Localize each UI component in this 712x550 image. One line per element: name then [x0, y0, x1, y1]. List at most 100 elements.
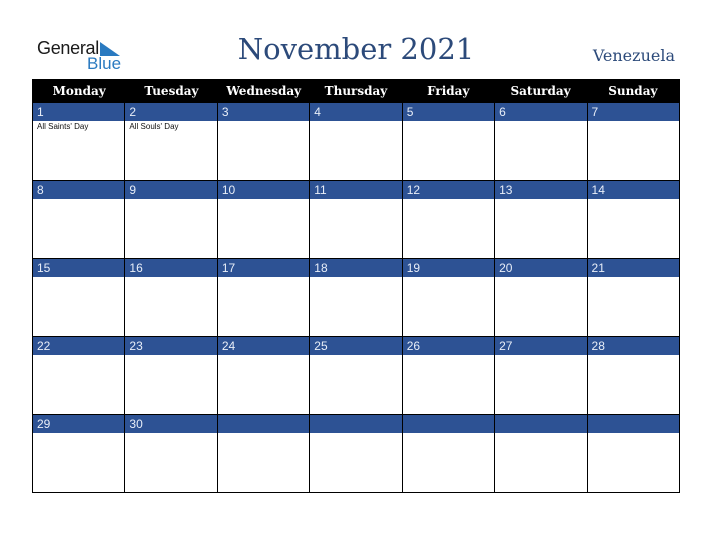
day-cell[interactable]: 1 All Saints' Day [33, 103, 125, 180]
day-cell[interactable]: 22 [33, 337, 125, 414]
day-number: 17 [217, 259, 310, 277]
day-cell[interactable]: 17 [216, 259, 310, 336]
day-cell[interactable]: 13 [494, 181, 587, 258]
day-number: 28 [587, 337, 679, 355]
week-row: 1 All Saints' Day 2 All Souls' Day 3 4 5 6 7 [33, 102, 679, 180]
week-row: 15 16 17 18 19 20 21 [33, 258, 679, 336]
holiday-label [310, 199, 401, 200]
day-cell[interactable]: 10 [216, 181, 310, 258]
holiday-label [125, 433, 216, 434]
holiday-label [588, 121, 679, 122]
day-number [310, 415, 402, 433]
day-cell[interactable]: 29 [33, 415, 125, 492]
day-cell[interactable]: 4 [309, 103, 402, 180]
day-number [495, 415, 587, 433]
holiday-label [588, 199, 679, 200]
day-cell[interactable] [309, 415, 402, 492]
weekday-tuesday: Tuesday [144, 84, 199, 98]
day-cell[interactable]: 24 [216, 337, 310, 414]
day-cell[interactable]: 3 [216, 103, 310, 180]
day-number: 30 [125, 415, 217, 433]
day-number: 4 [310, 103, 402, 121]
day-cell[interactable]: 14 [586, 181, 679, 258]
day-number: 24 [217, 337, 310, 355]
day-number: 14 [587, 181, 679, 199]
day-number: 2 [125, 103, 217, 121]
weekday-wednesday: Wednesday [226, 84, 302, 98]
day-number: 29 [33, 415, 125, 433]
day-cell[interactable]: 12 [401, 181, 495, 258]
weekday-monday: Monday [52, 84, 106, 98]
holiday-label [310, 433, 401, 434]
day-cell[interactable]: 16 [124, 259, 217, 336]
holiday-label [403, 277, 494, 278]
day-cell[interactable]: 26 [401, 337, 495, 414]
day-cell[interactable]: 11 [309, 181, 402, 258]
day-number: 25 [310, 337, 402, 355]
day-cell[interactable]: 2 All Souls' Day [124, 103, 217, 180]
day-number: 19 [402, 259, 495, 277]
day-cell[interactable] [586, 415, 679, 492]
holiday-label [495, 277, 586, 278]
holiday-label [33, 355, 124, 356]
day-number [402, 415, 495, 433]
week-row: 8 9 10 11 12 13 14 [33, 180, 679, 258]
holiday-label [588, 277, 679, 278]
day-number: 26 [402, 337, 495, 355]
holiday-label [403, 199, 494, 200]
holiday-label [495, 199, 586, 200]
holiday-label [33, 433, 124, 434]
holiday-label [125, 355, 216, 356]
day-cell[interactable]: 5 [401, 103, 495, 180]
day-cell[interactable] [216, 415, 310, 492]
holiday-label [495, 433, 586, 434]
holiday-label [403, 121, 494, 122]
day-number: 23 [125, 337, 217, 355]
day-cell[interactable] [401, 415, 495, 492]
holiday-label [218, 433, 309, 434]
holiday-label [588, 433, 679, 434]
holiday-label [218, 277, 309, 278]
holiday-label: All Souls' Day [129, 122, 179, 131]
day-number: 12 [402, 181, 495, 199]
day-number: 3 [217, 103, 310, 121]
day-cell[interactable] [494, 415, 587, 492]
day-number: 8 [33, 181, 125, 199]
day-cell[interactable]: 15 [33, 259, 125, 336]
day-cell[interactable]: 21 [586, 259, 679, 336]
weekday-sunday: Sunday [608, 84, 658, 98]
day-cell[interactable]: 25 [309, 337, 402, 414]
day-cell[interactable]: 30 [124, 415, 217, 492]
day-cell[interactable]: 27 [494, 337, 587, 414]
holiday-label [125, 199, 216, 200]
holiday-label [33, 277, 124, 278]
day-cell[interactable]: 23 [124, 337, 217, 414]
day-cell[interactable]: 19 [401, 259, 495, 336]
day-cell[interactable]: 28 [586, 337, 679, 414]
holiday-label [33, 199, 124, 200]
holiday-label [310, 121, 401, 122]
week-row: 22 23 24 25 26 27 28 [33, 336, 679, 414]
day-cell[interactable]: 7 [586, 103, 679, 180]
day-number: 16 [125, 259, 217, 277]
week-row: 29 30 [33, 414, 679, 492]
holiday-label [495, 121, 586, 122]
day-number [587, 415, 679, 433]
day-cell[interactable]: 6 [494, 103, 587, 180]
day-cell[interactable]: 8 [33, 181, 125, 258]
day-cell[interactable]: 9 [124, 181, 217, 258]
day-number: 20 [495, 259, 587, 277]
weekday-header: Monday Tuesday Wednesday Thursday Friday… [33, 80, 679, 102]
day-number: 5 [402, 103, 495, 121]
day-cell[interactable]: 20 [494, 259, 587, 336]
day-number: 11 [310, 181, 402, 199]
day-number: 13 [495, 181, 587, 199]
holiday-label [218, 199, 309, 200]
day-cell[interactable]: 18 [309, 259, 402, 336]
holiday-label [310, 355, 401, 356]
calendar-grid: Monday Tuesday Wednesday Thursday Friday… [32, 79, 680, 493]
holiday-label [588, 355, 679, 356]
day-number: 22 [33, 337, 125, 355]
holiday-label [310, 277, 401, 278]
day-number: 9 [125, 181, 217, 199]
